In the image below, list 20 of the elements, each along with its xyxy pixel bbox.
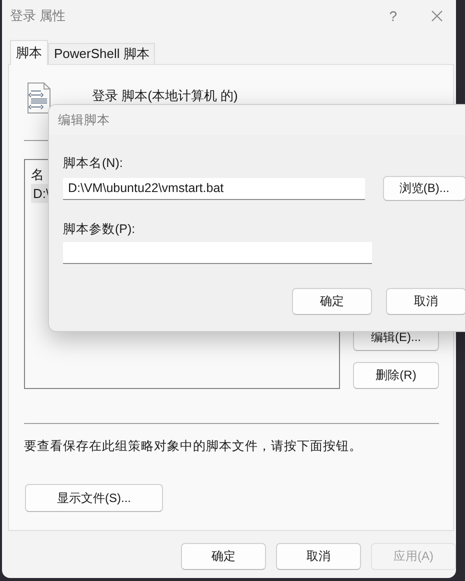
field-label: 脚本参数(P): bbox=[63, 221, 136, 237]
dialog-button[interactable]: 确定 bbox=[292, 288, 372, 315]
input-field[interactable]: D:\VM\ubuntu22\vmstart.bat bbox=[63, 178, 365, 200]
help-button[interactable]: ? bbox=[389, 8, 397, 24]
dialog-button[interactable]: 取消 bbox=[386, 288, 465, 315]
dialog-button[interactable]: 确定 bbox=[181, 543, 266, 570]
tab[interactable]: 脚本 bbox=[10, 40, 48, 65]
list-action-button[interactable]: 删除(R) bbox=[353, 362, 439, 389]
window-title: 登录 属性 bbox=[10, 7, 67, 25]
section-header: 登录 脚本(本地计算机 的) bbox=[92, 88, 238, 104]
dialog-title: 编辑脚本 bbox=[49, 105, 465, 135]
input-field[interactable] bbox=[63, 242, 372, 264]
column-header: 名 bbox=[31, 166, 45, 184]
field-label: 脚本名(N): bbox=[63, 155, 124, 171]
show-files-button[interactable]: 显示文件(S)... bbox=[25, 484, 163, 512]
dialog-button[interactable]: 取消 bbox=[276, 543, 361, 570]
close-icon[interactable] bbox=[431, 10, 443, 22]
browse-button[interactable]: 浏览(B)... bbox=[382, 176, 465, 201]
hint-text: 要查看保存在此组策略对象中的脚本文件，请按下面按钮。 bbox=[24, 438, 363, 454]
tab[interactable]: PowerShell 脚本 bbox=[48, 43, 156, 64]
